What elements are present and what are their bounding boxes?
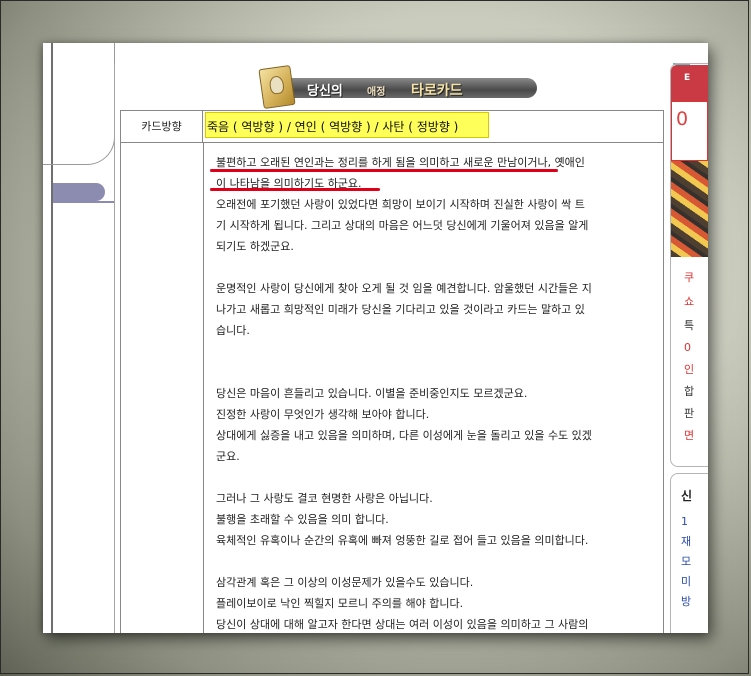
- content-line: 그러나 그 사랑도 결코 현명한 사랑은 아닙니다.: [216, 492, 433, 505]
- content-line: 기 시작하게 됩니다. 그리고 상대의 마음은 어느덧 당신에게 기울어져 있음…: [216, 219, 589, 232]
- content-left-divider: [114, 63, 115, 633]
- content-line: 상대에게 싫증을 내고 있음을 의미하며, 다른 이성에게 눈을 돌리고 있을 …: [216, 429, 592, 442]
- tarot-title-banner: 당신의 애정 타로카드: [258, 64, 541, 110]
- sidebar-link-char[interactable]: 합: [684, 383, 694, 399]
- tarot-card-icon: [258, 64, 296, 110]
- banner-title-part1: 당신의: [307, 84, 343, 99]
- content-line: 습니다.: [216, 324, 250, 337]
- sidebar-link-char[interactable]: 쇼: [684, 293, 694, 309]
- content-line: 플레이보이로 낙인 찍힐지 모르니 주의를 해야 합니다.: [216, 597, 464, 610]
- left-menu-tab[interactable]: [53, 183, 105, 201]
- red-underline-mark: [210, 188, 380, 191]
- content-line: 나가고 새롭고 희망적인 미래가 당신을 기다리고 있을 것이라고 카드는 말하…: [216, 303, 585, 316]
- left-menu-tab-line: [53, 201, 115, 203]
- sidebar2-link-char[interactable]: 모: [681, 553, 691, 569]
- sidebar2-link-char[interactable]: 1: [681, 515, 688, 528]
- content-line: 육체적인 유혹이나 순간의 유혹에 빠져 엉뚱한 길로 접어 들고 있음을 의미…: [216, 534, 589, 547]
- content-line: 진정한 사랑이 무엇인가 생각해 보아야 합니다.: [216, 408, 430, 421]
- column-divider: [203, 142, 204, 633]
- card-direction-row: 카드방향 죽음 ( 역방향 ) / 연인 ( 역방향 ) / 사탄 ( 정방향 …: [121, 111, 663, 143]
- sidebar-thumbnail-image[interactable]: [671, 161, 708, 257]
- card-direction-label: 카드방향: [121, 111, 203, 142]
- sidebar-link-char[interactable]: 판: [684, 405, 694, 421]
- content-text: 불편하고 오래된 연인과는 정리를 하게 됨을 의미하고 새로운 만남이거나, …: [216, 152, 656, 633]
- content-line: 당신이 상대에 대해 알고자 한다면 상대는 여러 이성이 있음을 의미하고 그…: [216, 618, 589, 631]
- banner-title-part3: 타로카드: [411, 83, 463, 99]
- sidebar-top-tab[interactable]: E: [671, 65, 708, 101]
- sidebar2-link-char[interactable]: 방: [681, 593, 691, 609]
- sidebar-link-char[interactable]: 인: [684, 361, 694, 377]
- banner-title-part2: 애정: [367, 87, 386, 98]
- sidebar-link-char[interactable]: 면: [684, 427, 694, 443]
- content-line: 오래전에 포기했던 사랑이 있었다면 희망이 보이기 시작하며 진실한 사랑이 …: [216, 198, 585, 211]
- sidebar-red-box-char: 0: [676, 108, 689, 130]
- sidebar2-heading-char: 신: [681, 489, 693, 503]
- content-line: 불행을 초래할 수 있음을 의미 합니다.: [216, 513, 389, 526]
- tarot-result-table: 카드방향 죽음 ( 역방향 ) / 연인 ( 역방향 ) / 사탄 ( 정방향 …: [120, 110, 664, 633]
- sidebar-link-char[interactable]: 특: [684, 317, 694, 333]
- sidebar2-link-char[interactable]: 재: [681, 533, 691, 549]
- content-line: 운명적인 사랑이 당신에게 찾아 오게 될 것 임을 예견합니다. 암울했던 시…: [216, 282, 592, 295]
- card-direction-value: 죽음 ( 역방향 ) / 연인 ( 역방향 ) / 사탄 ( 정방향 ): [207, 120, 459, 134]
- sidebar2-link-char[interactable]: 미: [681, 573, 691, 589]
- content-line: 당신은 마음이 흔들리고 있습니다. 이별을 준비중인지도 모르겠군요.: [216, 387, 528, 400]
- sidebar-link-char[interactable]: 쿠: [684, 269, 694, 285]
- content-line: 삼각관계 혹은 그 이상의 이성문제가 있을수도 있습니다.: [216, 576, 474, 589]
- content-line: 군요.: [216, 450, 240, 463]
- screenshot-panel: 당신의 애정 타로카드 카드방향 죽음 ( 역방향 ) / 연인 ( 역방향 )…: [43, 43, 708, 633]
- sidebar-link-char[interactable]: 0: [684, 341, 691, 354]
- sidebar-red-box[interactable]: 0: [671, 101, 708, 161]
- sidebar-top-tab-label: E: [684, 73, 691, 83]
- red-underline-mark: [210, 169, 558, 172]
- content-line: 되기도 하겠군요.: [216, 240, 294, 253]
- left-menu-curve: [43, 43, 115, 165]
